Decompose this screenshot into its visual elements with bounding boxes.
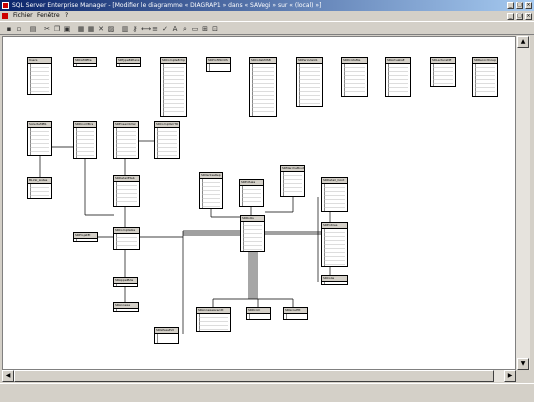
table-srdetailetab[interactable]: SRDetailEtab: [113, 175, 140, 207]
remove-table-icon[interactable]: ▨: [107, 25, 115, 33]
horizontal-scrollbar[interactable]: ◀ ▶: [2, 370, 516, 382]
vertical-scrollbar[interactable]: ▲ ▼: [516, 36, 530, 370]
table-sredsala[interactable]: SREdSala: [239, 179, 264, 207]
menu-fenetre[interactable]: Fenêtre: [37, 11, 60, 21]
properties-icon[interactable]: ▥: [121, 25, 129, 33]
add-table-icon[interactable]: ▦: [87, 25, 95, 33]
scroll-down-icon[interactable]: ▼: [517, 358, 529, 370]
diagram-canvas[interactable]: Users SRCAMPtte SRTypeBiPlans SRCompteEc…: [2, 36, 516, 370]
toolbar: ▪ ▫ ▤ ✂ ❐ ▣ ▦ ▦ ✕ ▨ ▥ ⚷ ⟷ ≡ ✓ A ⌕ ▭ ⊞ ⊡: [0, 21, 534, 35]
table-srensembval[interactable]: SREnsembVal: [113, 121, 139, 159]
scroll-right-icon[interactable]: ▶: [504, 370, 516, 382]
table-srperiodegs[interactable]: SRPeriodeGS: [296, 57, 323, 107]
scroll-up-icon[interactable]: ▲: [517, 36, 529, 48]
new-table-icon[interactable]: ▦: [77, 25, 85, 33]
table-srannexe[interactable]: SRAnnexe: [113, 302, 139, 312]
key-icon[interactable]: ⚷: [131, 25, 139, 33]
delete-table-icon[interactable]: ✕: [97, 25, 105, 33]
layout-icon[interactable]: ⊞: [201, 25, 209, 33]
relationship-icon[interactable]: ⟷: [141, 25, 151, 33]
doc-minimize-button[interactable]: _: [507, 13, 514, 20]
print-setup-icon[interactable]: ▤: [29, 25, 37, 33]
table-srmarcheboute[interactable]: SRMarcheBoute: [280, 165, 305, 197]
menu-bar: Fichier Fenêtre ? _ □ ×: [0, 11, 534, 21]
table-srlecturede[interactable]: SRLectureDE: [430, 57, 456, 87]
doc-close-button[interactable]: ×: [525, 13, 532, 20]
menu-help[interactable]: ?: [65, 11, 68, 21]
table-srannexeavecxt[interactable]: SRAnnexeAvecXt: [196, 307, 231, 332]
maximize-button[interactable]: □: [516, 2, 523, 9]
table-srcolie[interactable]: SRColie: [321, 275, 348, 285]
horizontal-scroll-thumb[interactable]: [14, 370, 494, 382]
table-srrollis[interactable]: SRRollis: [240, 215, 265, 252]
table-srrecordcoup[interactable]: SRRecordCoup: [472, 57, 498, 97]
table-srprofilsous[interactable]: SRProfilSOUS: [206, 57, 231, 72]
autosize-icon[interactable]: ⊡: [211, 25, 219, 33]
document-icon[interactable]: [2, 13, 8, 19]
table-srentries[interactable]: SREntries: [321, 222, 348, 267]
minimize-button[interactable]: _: [507, 2, 514, 9]
window-title: SQL Server Enterprise Manager - [Modifie…: [12, 2, 322, 9]
print-icon[interactable]: ▫: [15, 25, 23, 33]
menu-fichier[interactable]: Fichier: [13, 11, 33, 21]
table-salertembs[interactable]: SAlerteMBS: [27, 121, 52, 156]
table-srgrouett[interactable]: SRGrouEtt: [283, 307, 308, 320]
table-srprojetel[interactable]: SRProjetEl: [73, 232, 98, 242]
table-srcollabmsb[interactable]: SRCollabMSB: [249, 57, 277, 117]
table-blink-listes[interactable]: BLink_Listes: [27, 177, 52, 199]
table-srappelbde[interactable]: SRAppelBde: [113, 277, 138, 287]
zoom-icon[interactable]: ⌕: [181, 25, 189, 33]
app-icon: [2, 2, 9, 9]
check-icon[interactable]: ✓: [161, 25, 169, 33]
table-srventesrep[interactable]: SRVentesRep: [199, 172, 223, 209]
close-button[interactable]: ×: [525, 2, 532, 9]
status-bar: [0, 383, 534, 402]
table-srcompteechp[interactable]: SRCompteEchp: [160, 57, 187, 117]
table-srgpessext[interactable]: SRGPessExt: [154, 327, 179, 344]
table-srtypebiplans[interactable]: SRTypeBiPlans: [116, 57, 141, 67]
table-srdnoivbcs[interactable]: SRDnoiVBcs: [73, 121, 97, 159]
table-users[interactable]: Users: [27, 57, 52, 95]
new-text-icon[interactable]: A: [171, 25, 179, 33]
copy-icon[interactable]: ❐: [53, 25, 61, 33]
paste-icon[interactable]: ▣: [63, 25, 71, 33]
table-srcamptte[interactable]: SRCAMPtte: [73, 57, 97, 67]
table-srdroitsme[interactable]: SRDroitsMe: [341, 57, 368, 97]
doc-restore-button[interactable]: □: [516, 13, 523, 20]
scroll-left-icon[interactable]: ◀: [2, 370, 14, 382]
table-srdroic[interactable]: SRDroiC: [246, 307, 271, 320]
table-srdetail-cont[interactable]: SRDetail_Cont: [321, 177, 348, 212]
scrollbar-corner: [516, 370, 530, 382]
cut-icon[interactable]: ✂: [43, 25, 51, 33]
page-break-icon[interactable]: ▭: [191, 25, 199, 33]
table-srcomptable[interactable]: SRComptable: [113, 227, 140, 250]
indexes-icon[interactable]: ≡: [151, 25, 159, 33]
table-srcomptgctr[interactable]: SRComptGCTR: [154, 121, 180, 159]
table-sractualise[interactable]: SRActualisE: [385, 57, 411, 97]
title-bar: SQL Server Enterprise Manager - [Modifie…: [0, 0, 534, 11]
save-icon[interactable]: ▪: [5, 25, 13, 33]
